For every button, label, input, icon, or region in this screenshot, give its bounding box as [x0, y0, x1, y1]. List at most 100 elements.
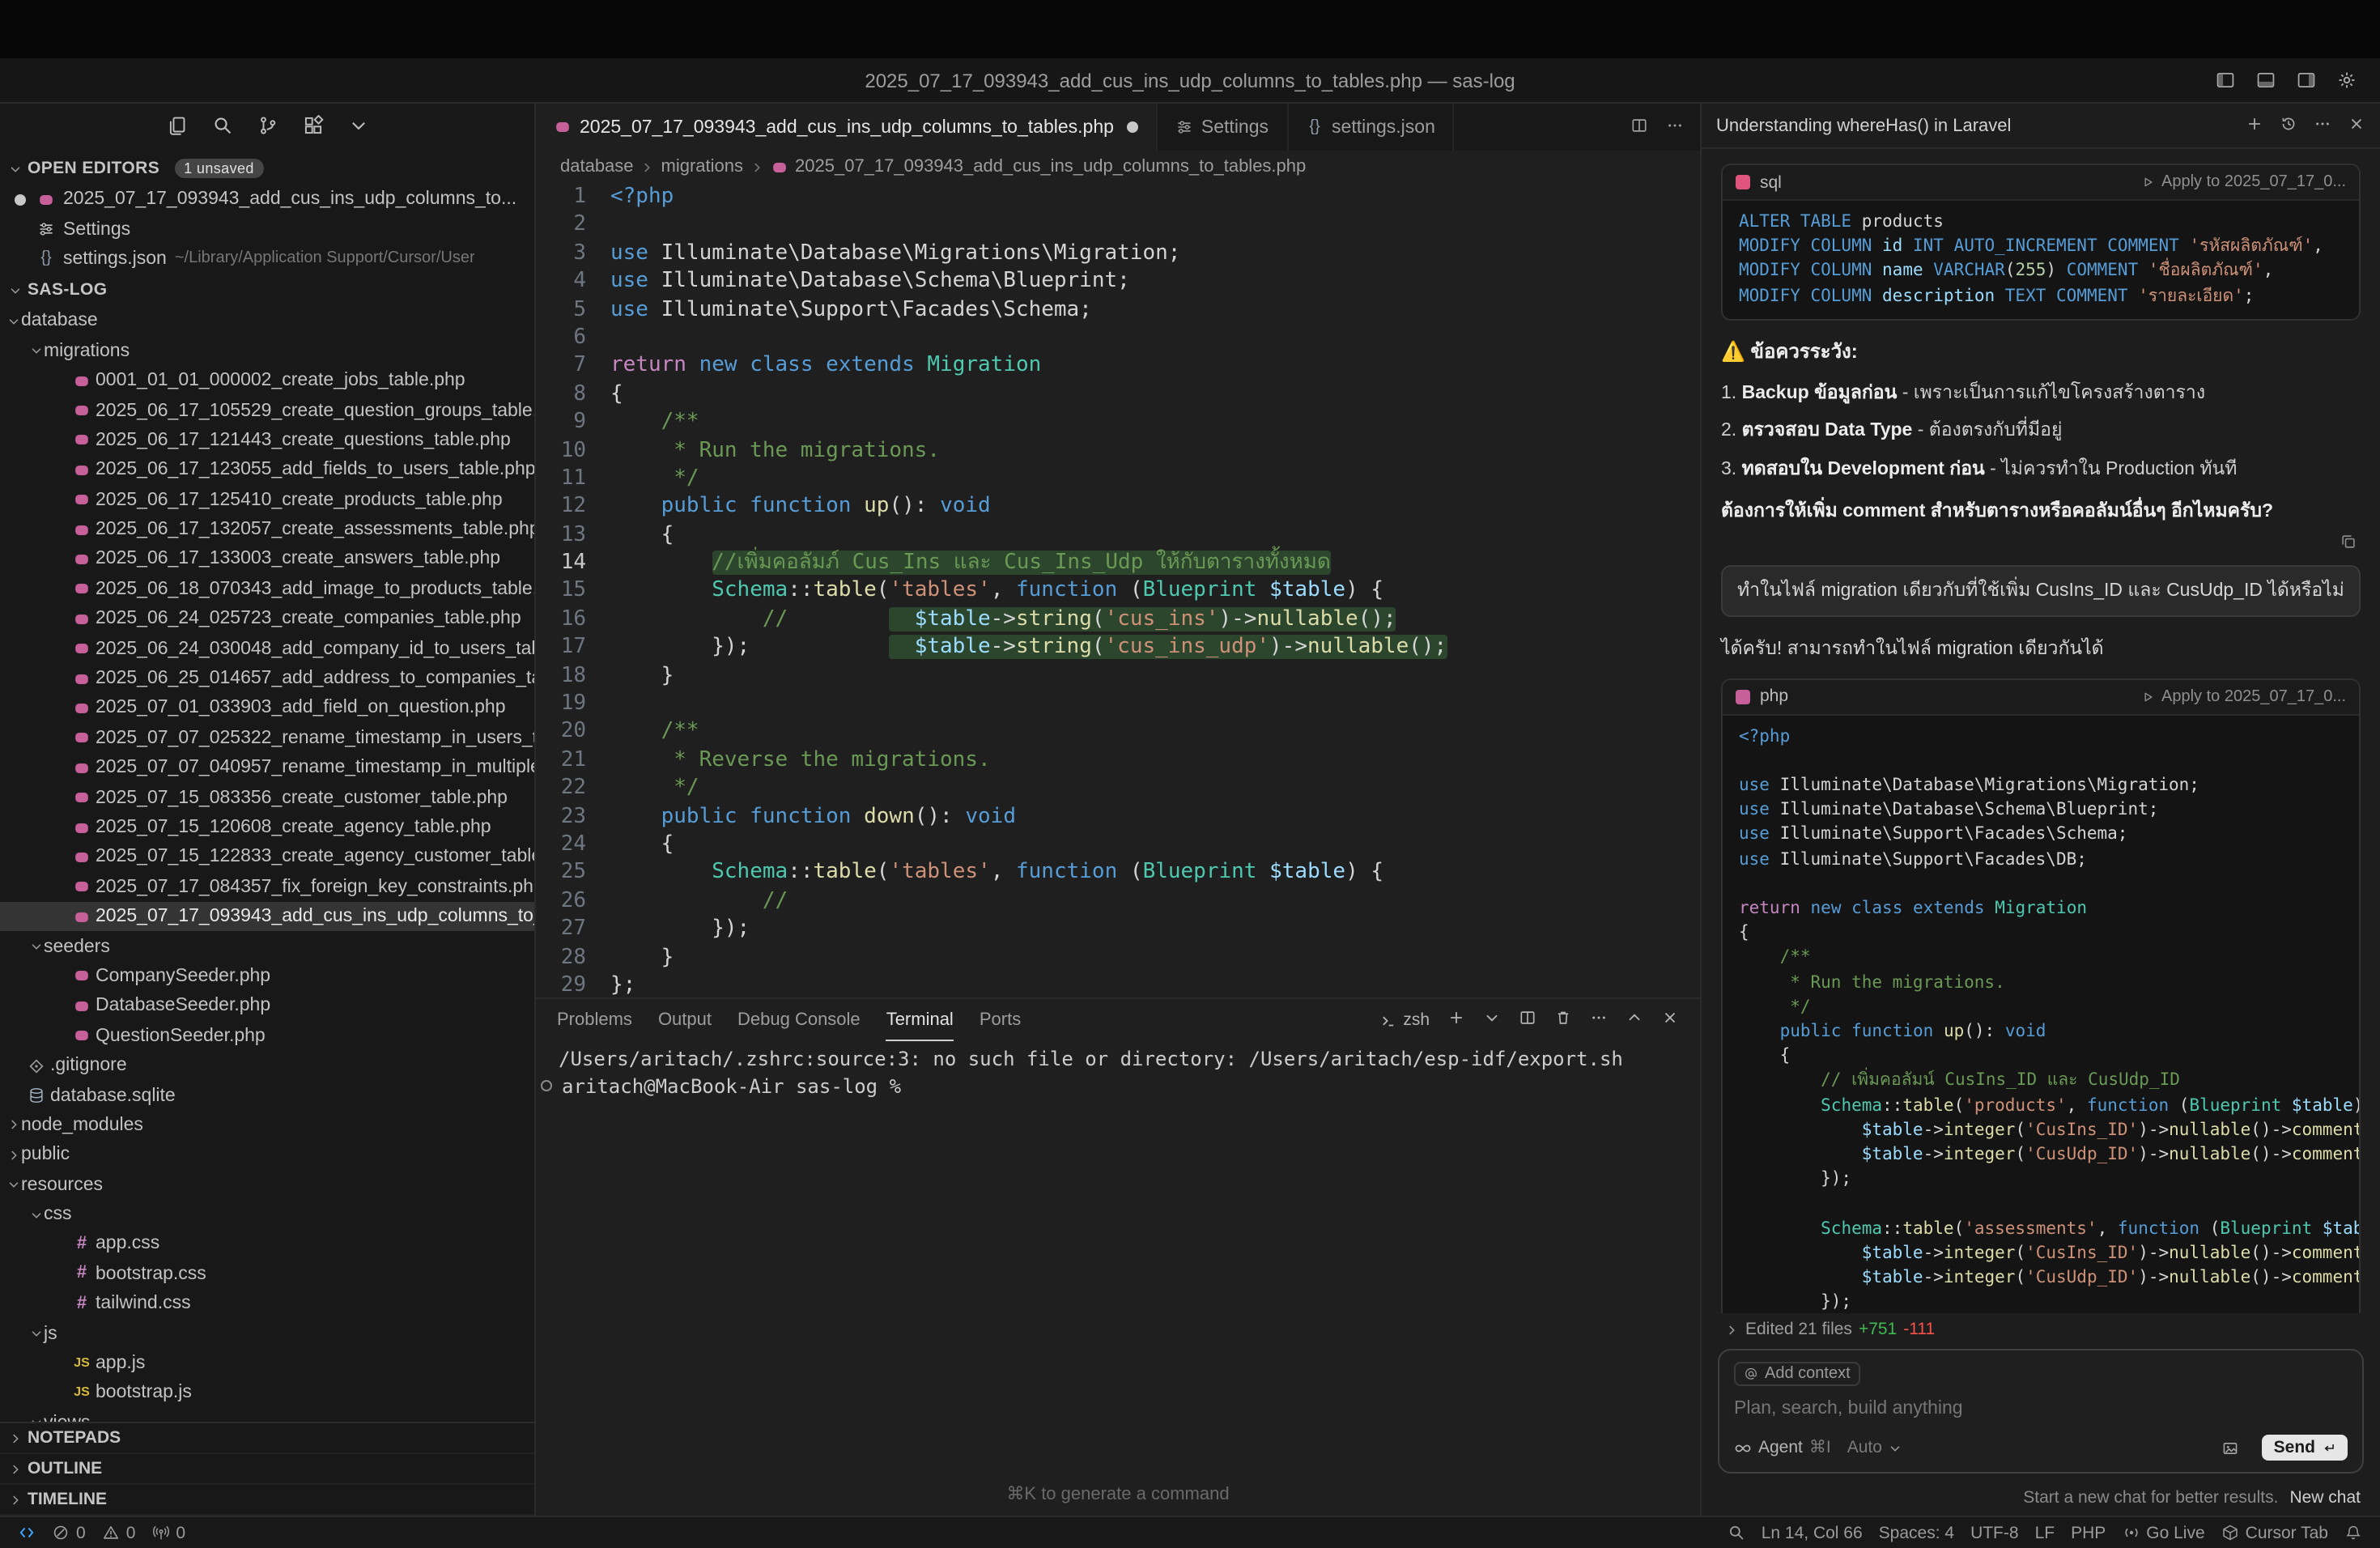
ports-status[interactable]: 0: [143, 1517, 193, 1548]
breadcrumb[interactable]: databasemigrations2025_07_17_093943_add_…: [536, 151, 1700, 183]
status-item[interactable]: UTF-8: [1962, 1523, 2027, 1542]
tree-item[interactable]: 2025_07_15_083356_create_customer_table.…: [0, 783, 534, 813]
open-editor-item[interactable]: {}settings.json~/Library/Application Sup…: [0, 245, 534, 274]
tree-item[interactable]: migrations: [0, 336, 534, 366]
close-icon[interactable]: [1661, 1009, 1679, 1031]
plus-icon[interactable]: [2246, 114, 2263, 137]
plus-icon[interactable]: [1447, 1009, 1465, 1031]
close-icon[interactable]: [2348, 114, 2365, 137]
agent-mode-selector[interactable]: Agent ⌘I: [1734, 1438, 1831, 1457]
editor-tab[interactable]: 2025_07_17_093943_add_cus_ins_udp_column…: [536, 104, 1158, 151]
project-root-header[interactable]: SAS-LOG: [0, 274, 534, 306]
chevron-up-icon[interactable]: [1626, 1009, 1643, 1031]
edited-files-row[interactable]: Edited 21 files +751 -111: [1702, 1313, 2380, 1346]
tree-item[interactable]: 2025_06_17_105529_create_question_groups…: [0, 396, 534, 426]
open-editors-header[interactable]: OPEN EDITORS 1 unsaved: [0, 152, 534, 185]
status-item[interactable]: LF: [2027, 1523, 2063, 1542]
trash-icon[interactable]: [1554, 1009, 1572, 1031]
apply-button[interactable]: Apply to 2025_07_17_0...: [2140, 173, 2346, 191]
attach-image-button[interactable]: [2222, 1439, 2240, 1457]
sidebar-section-outline[interactable]: OUTLINE: [0, 1454, 534, 1485]
model-selector[interactable]: Auto: [1847, 1438, 1903, 1457]
chat-tab-title[interactable]: Understanding whereHas() in Laravel: [1716, 116, 2011, 135]
tree-item[interactable]: 0001_01_01_000002_create_jobs_table.php: [0, 366, 534, 396]
status-item[interactable]: PHP: [2063, 1523, 2114, 1542]
tree-item[interactable]: 2025_07_15_122833_create_agency_customer…: [0, 842, 534, 872]
terminal-output[interactable]: /Users/aritach/.zshrc:source:3: no such …: [536, 1041, 1700, 1483]
panel-left-button[interactable]: [2215, 70, 2236, 91]
panel-tab[interactable]: Terminal: [886, 999, 954, 1041]
editor-tab[interactable]: Settings: [1158, 104, 1288, 151]
open-editor-item[interactable]: Settings: [0, 215, 534, 245]
tree-item[interactable]: css: [0, 1200, 534, 1230]
tree-item[interactable]: 2025_06_17_132057_create_assessments_tab…: [0, 515, 534, 545]
tree-item[interactable]: JSapp.js: [0, 1349, 534, 1379]
tree-item[interactable]: public: [0, 1140, 534, 1170]
panel-tab[interactable]: Output: [658, 999, 712, 1041]
tree-item[interactable]: .gitignore: [0, 1051, 534, 1081]
editor-tab[interactable]: {}settings.json: [1288, 104, 1455, 151]
panel-right-button[interactable]: [2296, 70, 2317, 91]
tree-item[interactable]: views: [0, 1408, 534, 1422]
gear-button[interactable]: [2336, 70, 2357, 91]
copy-icon[interactable]: [2340, 532, 2357, 550]
code-editor[interactable]: 1<?php23use Illuminate\Database\Migratio…: [536, 183, 1700, 997]
search-icon[interactable]: [211, 115, 232, 141]
chat-messages[interactable]: sql Apply to 2025_07_17_0... ALTER TABLE…: [1702, 149, 2380, 1313]
files-icon[interactable]: [166, 115, 187, 141]
sidebar-section-notepads[interactable]: NOTEPADS: [0, 1423, 534, 1454]
extensions-icon[interactable]: [302, 115, 323, 141]
tree-item[interactable]: CompanySeeder.php: [0, 962, 534, 992]
panel-tab[interactable]: Problems: [557, 999, 632, 1041]
tree-item[interactable]: QuestionSeeder.php: [0, 1021, 534, 1051]
chevron-down-icon[interactable]: [347, 115, 368, 141]
panel-bottom-button[interactable]: [2255, 70, 2276, 91]
tree-item[interactable]: 2025_06_17_123055_add_fields_to_users_ta…: [0, 455, 534, 485]
status-item[interactable]: Ln 14, Col 66: [1753, 1523, 1871, 1542]
tree-item[interactable]: database.sqlite: [0, 1081, 534, 1111]
tree-item[interactable]: DatabaseSeeder.php: [0, 991, 534, 1021]
split-icon[interactable]: [1630, 116, 1648, 138]
tree-item[interactable]: #bootstrap.css: [0, 1259, 534, 1289]
cursor-logo-status[interactable]: Cursor Tab: [2213, 1523, 2336, 1542]
breadcrumb-item[interactable]: database: [560, 157, 634, 176]
bell-status[interactable]: [2336, 1524, 2370, 1542]
tree-item[interactable]: #tailwind.css: [0, 1289, 534, 1319]
tree-item[interactable]: database: [0, 306, 534, 336]
add-context-chip[interactable]: Add context: [1734, 1362, 1860, 1386]
panel-tab[interactable]: Ports: [980, 999, 1021, 1041]
new-chat-button[interactable]: New chat: [2289, 1488, 2361, 1508]
more-icon[interactable]: [2314, 114, 2331, 137]
remote-status[interactable]: [10, 1517, 44, 1548]
send-button[interactable]: Send: [2263, 1435, 2348, 1461]
error-circle-status[interactable]: 0: [44, 1517, 94, 1548]
tree-item[interactable]: 2025_07_01_033903_add_field_on_question.…: [0, 694, 534, 724]
tree-item[interactable]: #app.css: [0, 1230, 534, 1260]
apply-button[interactable]: Apply to 2025_07_17_0...: [2140, 687, 2346, 705]
status-item[interactable]: Spaces: 4: [1871, 1523, 1962, 1542]
tree-item[interactable]: 2025_06_18_070343_add_image_to_products_…: [0, 574, 534, 604]
shell-selector[interactable]: zsh: [1379, 1010, 1430, 1030]
breadcrumb-file[interactable]: 2025_07_17_093943_add_cus_ins_udp_column…: [795, 157, 1306, 176]
search-status[interactable]: [1719, 1524, 1753, 1542]
history-icon[interactable]: [2280, 114, 2297, 137]
tree-item[interactable]: 2025_07_17_093943_add_cus_ins_udp_column…: [0, 902, 534, 932]
split-icon[interactable]: [1519, 1009, 1536, 1031]
tree-item[interactable]: node_modules: [0, 1110, 534, 1140]
chevron-down-icon[interactable]: [1483, 1009, 1501, 1031]
tree-item[interactable]: 2025_06_24_030048_add_company_id_to_user…: [0, 634, 534, 664]
sidebar-section-timeline[interactable]: TIMELINE: [0, 1485, 534, 1516]
chat-input-box[interactable]: Add context Agent ⌘I Auto: [1718, 1349, 2364, 1474]
open-editor-item[interactable]: 2025_07_17_093943_add_cus_ins_udp_column…: [0, 185, 534, 215]
tree-item[interactable]: seeders: [0, 932, 534, 962]
source-control-icon[interactable]: [257, 115, 278, 141]
tree-item[interactable]: 2025_07_07_040957_rename_timestamp_in_mu…: [0, 753, 534, 783]
tree-item[interactable]: 2025_06_24_025723_create_companies_table…: [0, 604, 534, 634]
tree-item[interactable]: 2025_07_17_084357_fix_foreign_key_constr…: [0, 872, 534, 902]
tree-item[interactable]: 2025_06_17_125410_create_products_table.…: [0, 485, 534, 515]
chat-input-field[interactable]: [1734, 1399, 2348, 1418]
tree-item[interactable]: 2025_07_15_120608_create_agency_table.ph…: [0, 813, 534, 843]
tree-item[interactable]: 2025_06_25_014657_add_address_to_compani…: [0, 664, 534, 694]
tree-item[interactable]: resources: [0, 1170, 534, 1200]
tree-item[interactable]: 2025_06_17_133003_create_answers_table.p…: [0, 545, 534, 575]
